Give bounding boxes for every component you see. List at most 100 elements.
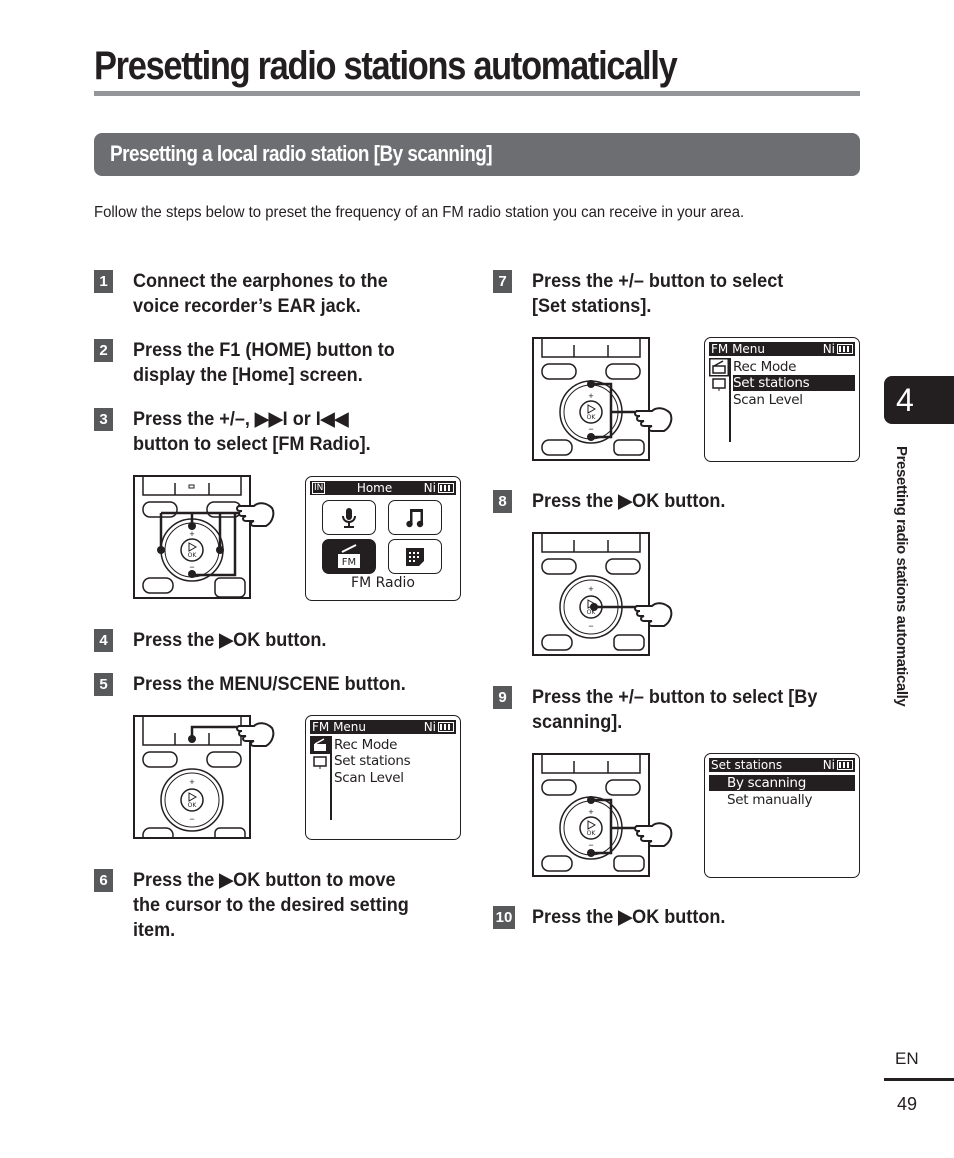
battery-icon bbox=[438, 722, 454, 732]
minus-label: − bbox=[189, 814, 194, 824]
step-text: Press the MENU/SCENE button. bbox=[133, 674, 406, 695]
screen-title: FM Menu bbox=[312, 720, 367, 734]
recorder-illustration-plus-minus: OK + − bbox=[532, 337, 650, 461]
ok-label: OK bbox=[188, 552, 198, 559]
fm-radio-icon: FM bbox=[338, 543, 360, 568]
step-number: 3 bbox=[94, 408, 113, 431]
lcd-set-stations-screen: Set stations Ni By scanning Set manually bbox=[704, 753, 860, 878]
music-note-icon bbox=[406, 508, 424, 527]
step-number: 6 bbox=[94, 869, 113, 892]
step-text: Connect the earphones to the voice recor… bbox=[133, 269, 388, 319]
step-number: 1 bbox=[94, 270, 113, 293]
step-2: 2 Press the F1 (HOME) button to display … bbox=[94, 338, 409, 388]
step-text: Press the ▶OK button. bbox=[532, 491, 726, 512]
page-title: Presetting radio stations automatically bbox=[94, 44, 678, 88]
step-line: Press the F1 (HOME) button to bbox=[133, 340, 395, 361]
step-1: 1 Connect the earphones to the voice rec… bbox=[94, 269, 401, 319]
step-line: Press the ▶OK button to move bbox=[133, 870, 396, 891]
ok-label: OK bbox=[587, 414, 597, 421]
step-number: 7 bbox=[493, 270, 512, 293]
menu-side-tabs bbox=[310, 736, 330, 769]
step-4: 4 Press the ▶OK button. bbox=[94, 628, 337, 653]
menu-item: Scan Level bbox=[733, 392, 803, 408]
plus-label: + bbox=[588, 807, 593, 817]
step-line: item. bbox=[133, 920, 176, 941]
step-line: Press the +/– button to select bbox=[532, 271, 784, 292]
selected-app-caption: FM Radio bbox=[351, 575, 415, 591]
home-tile-music bbox=[388, 500, 442, 535]
step-number: 4 bbox=[94, 629, 113, 652]
step-line: Press the +/–, ▶▶I or I◀◀ bbox=[133, 409, 349, 430]
step-line: the cursor to the desired setting bbox=[133, 895, 409, 916]
home-tile-recorder bbox=[322, 500, 376, 535]
plus-label: + bbox=[189, 777, 194, 787]
calendar-icon bbox=[406, 547, 424, 566]
footer-rule bbox=[884, 1078, 954, 1081]
fm-badge: FM bbox=[342, 557, 356, 568]
battery-indicator: Ni bbox=[823, 342, 853, 356]
home-tile-fm-radio: FM bbox=[322, 539, 376, 574]
step-text: Press the F1 (HOME) button to display th… bbox=[133, 338, 395, 388]
step-line: scanning]. bbox=[532, 712, 623, 733]
step-number: 10 bbox=[493, 906, 515, 929]
lcd-home-screen: IN Home Ni FM FM Radio bbox=[305, 476, 461, 601]
page-number: 49 bbox=[897, 1094, 918, 1114]
step-number: 2 bbox=[94, 339, 113, 362]
recorder-illustration-navigate: OK + − bbox=[133, 475, 251, 599]
pointing-hand-icon bbox=[634, 407, 673, 432]
plus-label: + bbox=[588, 391, 593, 401]
recorder-illustration-ok: OK + − bbox=[532, 532, 650, 656]
menu-side-tabs bbox=[709, 358, 729, 391]
battery-icon bbox=[437, 483, 454, 493]
battery-icon bbox=[837, 760, 853, 770]
step-5: 5 Press the MENU/SCENE button. bbox=[94, 672, 420, 697]
battery-indicator: Ni bbox=[424, 720, 454, 734]
minus-label: − bbox=[189, 562, 194, 572]
step-6: 6 Press the ▶OK button to move the curso… bbox=[94, 868, 423, 943]
language-label: EN bbox=[895, 1049, 919, 1068]
step-line: [Set stations]. bbox=[532, 296, 652, 317]
screen-header: FM Menu Ni bbox=[709, 342, 855, 356]
screen-header: Set stations Ni bbox=[709, 758, 855, 772]
screen-header: FM Menu Ni bbox=[310, 720, 456, 734]
plus-label: + bbox=[189, 529, 194, 539]
step-line: Press the +/– button to select [By bbox=[532, 687, 818, 708]
step-7: 7 Press the +/– button to select [Set st… bbox=[493, 269, 797, 319]
intro-paragraph: Follow the steps below to preset the fre… bbox=[94, 204, 745, 221]
microphone-icon bbox=[342, 507, 356, 528]
lcd-fm-menu-screen: FM Menu Ni Rec Mode Set stations Scan Le… bbox=[305, 715, 461, 840]
menu-item-selected: Set stations bbox=[733, 375, 855, 391]
minus-label: − bbox=[588, 424, 593, 434]
step-10: 10 Press the ▶OK button. bbox=[493, 905, 736, 930]
step-8: 8 Press the ▶OK button. bbox=[493, 489, 736, 514]
screen-title: Home bbox=[356, 481, 393, 495]
battery-type: Ni bbox=[822, 758, 835, 772]
battery-type: Ni bbox=[423, 720, 436, 734]
menu-item-selected: By scanning bbox=[709, 775, 855, 791]
step-text: Press the +/– button to select [By scann… bbox=[532, 685, 817, 735]
step-text: Press the ▶OK button to move the cursor … bbox=[133, 868, 409, 943]
step-number: 5 bbox=[94, 673, 113, 696]
battery-indicator: Ni bbox=[424, 481, 454, 495]
battery-indicator: Ni bbox=[823, 758, 853, 772]
plus-label: + bbox=[588, 584, 593, 594]
battery-type: Ni bbox=[822, 342, 835, 356]
pointing-hand-icon bbox=[634, 602, 673, 627]
battery-icon bbox=[837, 344, 853, 354]
menu-divider bbox=[330, 736, 332, 820]
ok-label: OK bbox=[587, 830, 597, 837]
screen-title: Set stations bbox=[711, 758, 783, 772]
battery-type: Ni bbox=[423, 481, 436, 495]
minus-label: − bbox=[588, 840, 593, 850]
section-title: Presetting a local radio station [By sca… bbox=[110, 141, 493, 166]
chapter-side-label: Presetting radio stations automatically bbox=[893, 446, 910, 707]
menu-item: Set manually bbox=[727, 792, 813, 808]
pointing-hand-icon bbox=[634, 822, 673, 847]
screen-title: FM Menu bbox=[711, 342, 766, 356]
step-line: Connect the earphones to the bbox=[133, 271, 388, 292]
step-text: Press the +/–, ▶▶I or I◀◀ button to sele… bbox=[133, 407, 371, 457]
step-number: 8 bbox=[493, 490, 512, 513]
step-3: 3 Press the +/–, ▶▶I or I◀◀ button to se… bbox=[94, 407, 383, 457]
step-text: Press the ▶OK button. bbox=[133, 630, 327, 651]
step-line: voice recorder’s EAR jack. bbox=[133, 296, 361, 317]
